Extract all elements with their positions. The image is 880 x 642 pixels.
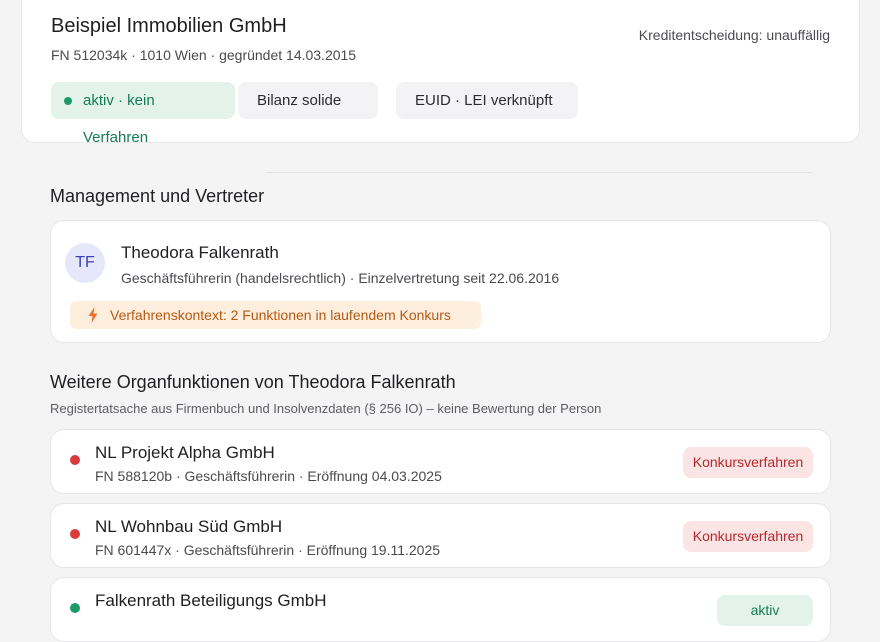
status-chip-label: aktiv · kein Verfahren xyxy=(83,92,155,146)
list-item[interactable]: NL Projekt Alpha GmbH FN 588120b · Gesch… xyxy=(50,429,831,494)
status-badge: Konkursverfahren xyxy=(683,521,813,552)
status-chip[interactable]: aktiv · kein Verfahren xyxy=(51,82,235,146)
bilanz-chip-label: Bilanz solide xyxy=(257,92,342,109)
person-role: Geschäftsführerin (handelsrechtlich) · E… xyxy=(121,270,560,286)
further-functions-subtitle: Registertatsache aus Firmenbuch und Inso… xyxy=(50,401,602,416)
status-dot-icon xyxy=(70,603,80,613)
person-name[interactable]: Theodora Falkenrath xyxy=(121,243,279,263)
avatar: TF xyxy=(65,243,105,283)
org-name[interactable]: NL Wohnbau Süd GmbH xyxy=(95,517,282,537)
procedure-context-label: Verfahrenskontext: 2 Funktionen in laufe… xyxy=(110,307,451,323)
credit-decision: Kreditentscheidung: unauffällig xyxy=(638,27,830,43)
status-badge: aktiv xyxy=(717,595,813,626)
org-meta: FN 601447x · Geschäftsführerin · Eröffnu… xyxy=(95,542,441,558)
bilanz-chip[interactable]: Bilanz solide xyxy=(238,82,378,119)
company-meta: FN 512034k · 1010 Wien · gegründet 14.03… xyxy=(51,47,357,63)
org-name[interactable]: NL Projekt Alpha GmbH xyxy=(95,443,275,463)
company-card: Beispiel Immobilien GmbH FN 512034k · 10… xyxy=(21,0,860,146)
management-section-title: Management und Vertreter xyxy=(50,186,265,206)
person-card[interactable]: TF Theodora Falkenrath Geschäftsführerin… xyxy=(50,220,831,343)
euid-chip[interactable]: EUID · LEI verknüpft xyxy=(396,82,578,119)
euid-chip-label: EUID · LEI verknüpft xyxy=(415,92,553,109)
status-dot-icon xyxy=(70,529,80,539)
status-dot-icon xyxy=(64,97,72,105)
org-meta: FN 588120b · Geschäftsführerin · Eröffnu… xyxy=(95,468,442,484)
org-name[interactable]: Falkenrath Beteiligungs GmbH xyxy=(95,591,327,611)
procedure-context-chip[interactable]: Verfahrenskontext: 2 Funktionen in laufe… xyxy=(70,301,481,329)
further-functions-title: Weitere Organfunktionen von Theodora Fal… xyxy=(50,372,456,392)
section-divider xyxy=(266,172,812,173)
list-item[interactable]: NL Wohnbau Süd GmbH FN 601447x · Geschäf… xyxy=(50,503,831,568)
company-name: Beispiel Immobilien GmbH xyxy=(51,15,287,37)
lightning-icon xyxy=(88,307,98,323)
status-badge: Konkursverfahren xyxy=(683,447,813,478)
status-dot-icon xyxy=(70,455,80,465)
